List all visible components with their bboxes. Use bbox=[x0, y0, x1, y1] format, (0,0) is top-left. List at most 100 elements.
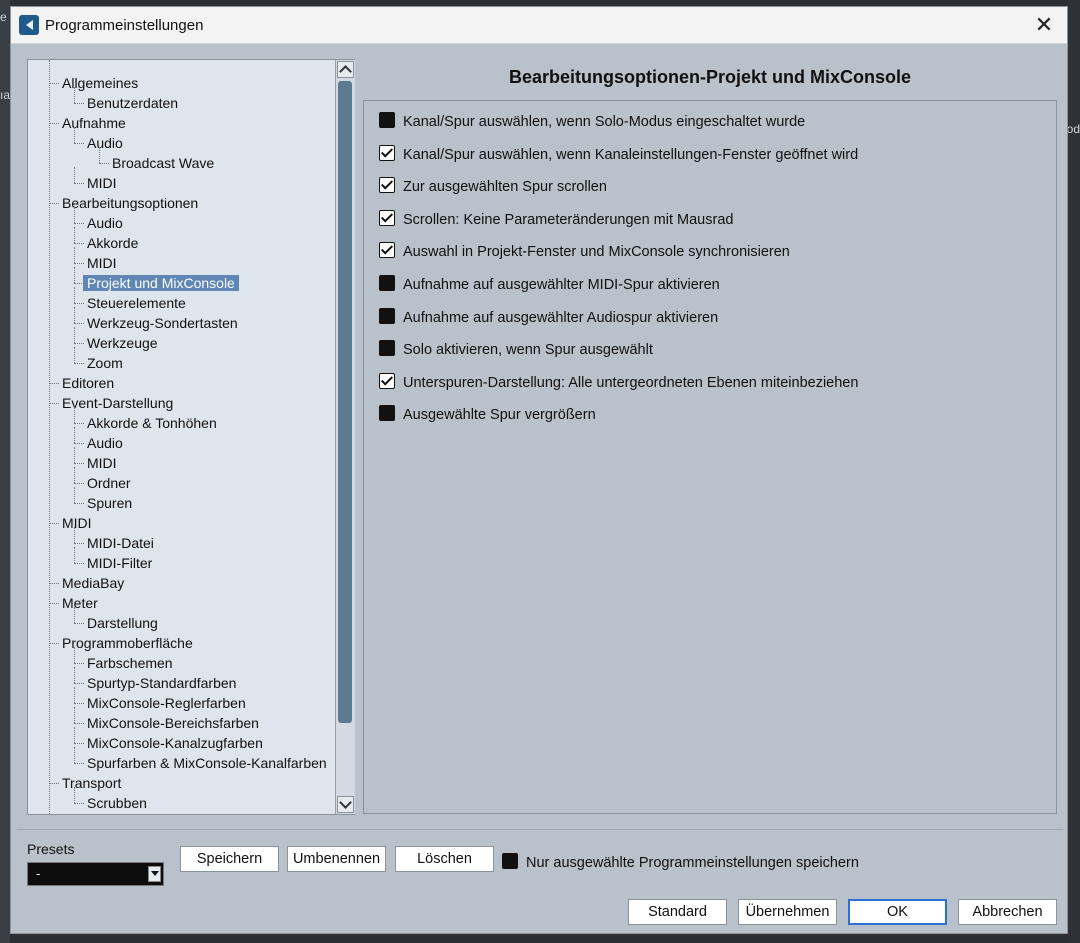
tree-connector-line bbox=[49, 203, 59, 204]
tree-item[interactable]: Audio bbox=[83, 213, 127, 233]
tree-item[interactable]: Scrubben bbox=[83, 793, 151, 813]
option-checkbox[interactable] bbox=[379, 210, 395, 226]
delete-preset-button[interactable]: Löschen bbox=[395, 846, 494, 872]
tree-item[interactable]: Akkorde & Tonhöhen bbox=[83, 413, 221, 433]
tree-item[interactable]: MixConsole-Kanalzugfarben bbox=[83, 733, 267, 753]
option-label: Ausgewählte Spur vergrößern bbox=[403, 407, 596, 423]
tree-connector-line bbox=[74, 503, 84, 504]
option-label: Auswahl in Projekt-Fenster und MixConsol… bbox=[403, 244, 790, 260]
option-checkbox[interactable] bbox=[379, 405, 395, 421]
tree-item[interactable]: MIDI-Datei bbox=[83, 533, 158, 553]
tree-item[interactable]: Allgemeines bbox=[58, 73, 142, 93]
tree-item[interactable]: MIDI bbox=[58, 513, 96, 533]
close-button[interactable]: ✕ bbox=[1029, 11, 1059, 39]
tree-item[interactable]: MIDI bbox=[83, 453, 121, 473]
scroll-thumb[interactable] bbox=[338, 81, 352, 723]
tree-connector-line bbox=[74, 283, 84, 284]
option-row[interactable]: Auswahl in Projekt-Fenster und MixConsol… bbox=[379, 241, 790, 263]
presets-dropdown[interactable]: - bbox=[27, 862, 164, 886]
tree-item[interactable]: Editoren bbox=[58, 373, 118, 393]
chevron-down-icon[interactable] bbox=[148, 866, 161, 882]
tree-guide-line bbox=[74, 447, 75, 463]
scroll-down-arrow-icon[interactable] bbox=[337, 796, 354, 813]
tree-item[interactable]: Programmoberfläche bbox=[58, 633, 197, 653]
tree-item[interactable]: MIDI-Filter bbox=[83, 553, 156, 573]
tree-guide-line bbox=[99, 147, 100, 163]
option-checkbox[interactable] bbox=[379, 242, 395, 258]
tree-item[interactable]: MediaBay bbox=[58, 573, 128, 593]
option-row[interactable]: Aufnahme auf ausgewählter Audiospur akti… bbox=[379, 307, 718, 329]
option-row[interactable]: Zur ausgewählten Spur scrollen bbox=[379, 176, 607, 198]
option-checkbox[interactable] bbox=[379, 373, 395, 389]
tree-connector-line bbox=[49, 783, 59, 784]
tree-item-label: Bearbeitungsoptionen bbox=[62, 195, 199, 211]
tree-item[interactable]: Akkorde bbox=[83, 233, 142, 253]
rename-preset-button[interactable]: Umbenennen bbox=[287, 846, 386, 872]
option-checkbox[interactable] bbox=[379, 308, 395, 324]
option-checkbox[interactable] bbox=[379, 340, 395, 356]
tree-guide-line bbox=[74, 527, 75, 543]
tree-item[interactable]: Werkzeug-Sondertasten bbox=[83, 313, 242, 333]
tree-item[interactable]: Event-Darstellung bbox=[58, 393, 177, 413]
tree-item[interactable]: Transport bbox=[58, 773, 125, 793]
option-row[interactable]: Scrollen: Keine Parameteränderungen mit … bbox=[379, 209, 733, 231]
option-row[interactable]: Unterspuren-Darstellung: Alle untergeord… bbox=[379, 372, 858, 394]
tree-scrollbar[interactable] bbox=[335, 60, 355, 814]
tree-item-label: MixConsole-Kanalzugfarben bbox=[87, 735, 263, 751]
tree-item[interactable]: MixConsole-Reglerfarben bbox=[83, 693, 250, 713]
standard-button[interactable]: Standard bbox=[628, 899, 727, 925]
tree-guide-line bbox=[74, 327, 75, 343]
option-row[interactable]: Kanal/Spur auswählen, wenn Solo-Modus ei… bbox=[379, 111, 805, 133]
tree-item[interactable]: Projekt und MixConsole bbox=[83, 273, 239, 293]
tree-item[interactable]: Spuren bbox=[83, 493, 136, 513]
cancel-button[interactable]: Abbrechen bbox=[958, 899, 1057, 925]
tree-guide-line bbox=[74, 467, 75, 483]
tree-guide-line bbox=[74, 247, 75, 263]
tree-item[interactable]: Ordner bbox=[83, 473, 135, 493]
only-selected-label: Nur ausgewählte Programmeinstellungen sp… bbox=[526, 855, 859, 871]
tree-item[interactable]: MIDI bbox=[83, 173, 121, 193]
apply-button[interactable]: Übernehmen bbox=[738, 899, 837, 925]
scroll-up-arrow-icon[interactable] bbox=[337, 61, 354, 78]
tree-item-label: Transport bbox=[62, 775, 122, 791]
tree-item[interactable]: Darstellung bbox=[83, 613, 162, 633]
tree-item[interactable]: Meter bbox=[58, 593, 102, 613]
tree-guide-line bbox=[74, 347, 75, 363]
tree-item[interactable]: Bearbeitungsoptionen bbox=[58, 193, 202, 213]
title-bar[interactable]: Programmeinstellungen ✕ bbox=[11, 7, 1067, 44]
tree-item[interactable]: Farbschemen bbox=[83, 653, 177, 673]
preferences-tree[interactable]: Allgemeines Benutzerdaten Aufnahme Audio Bro… bbox=[27, 59, 355, 815]
tree-item[interactable]: VST bbox=[58, 813, 93, 814]
option-row[interactable]: Solo aktivieren, wenn Spur ausgewählt bbox=[379, 339, 653, 361]
option-row[interactable]: Ausgewählte Spur vergrößern bbox=[379, 404, 596, 426]
option-checkbox[interactable] bbox=[379, 275, 395, 291]
tree-item[interactable]: Aufnahme bbox=[58, 113, 130, 133]
tree-item[interactable]: Zoom bbox=[83, 353, 127, 373]
option-checkbox[interactable] bbox=[379, 112, 395, 128]
tree-item[interactable]: Audio bbox=[83, 133, 127, 153]
tree-item[interactable]: Werkzeuge bbox=[83, 333, 162, 353]
tree-item-label: Spuren bbox=[87, 495, 133, 511]
tree-item[interactable]: Benutzerdaten bbox=[83, 93, 182, 113]
tree-item[interactable]: Broadcast Wave bbox=[108, 153, 218, 173]
tree-guide-line bbox=[74, 747, 75, 763]
option-label: Scrollen: Keine Parameteränderungen mit … bbox=[403, 212, 734, 228]
ok-button[interactable]: OK bbox=[848, 899, 947, 925]
tree-guide-line bbox=[74, 787, 75, 803]
tree-item[interactable]: MixConsole-Bereichsfarben bbox=[83, 713, 263, 733]
option-row[interactable]: Kanal/Spur auswählen, wenn Kanaleinstell… bbox=[379, 144, 858, 166]
tree-item[interactable]: Steuerelemente bbox=[83, 293, 190, 313]
option-checkbox[interactable] bbox=[379, 177, 395, 193]
option-row[interactable]: Aufnahme auf ausgewählter MIDI-Spur akti… bbox=[379, 274, 720, 296]
tree-item-label: MIDI bbox=[87, 255, 117, 271]
tree-item[interactable]: Audio bbox=[83, 433, 127, 453]
tree-item[interactable]: MIDI bbox=[83, 253, 121, 273]
only-selected-checkbox-row[interactable]: Nur ausgewählte Programmeinstellungen sp… bbox=[502, 852, 859, 874]
tree-connector-line bbox=[74, 803, 84, 804]
tree-item[interactable]: Spurtyp-Standardfarben bbox=[83, 673, 240, 693]
save-preset-button[interactable]: Speichern bbox=[180, 846, 279, 872]
tree-item[interactable]: Spurfarben & MixConsole-Kanalfarben bbox=[83, 753, 331, 773]
only-selected-checkbox[interactable] bbox=[502, 853, 518, 869]
option-checkbox[interactable] bbox=[379, 145, 395, 161]
tree-connector-line bbox=[49, 83, 59, 84]
